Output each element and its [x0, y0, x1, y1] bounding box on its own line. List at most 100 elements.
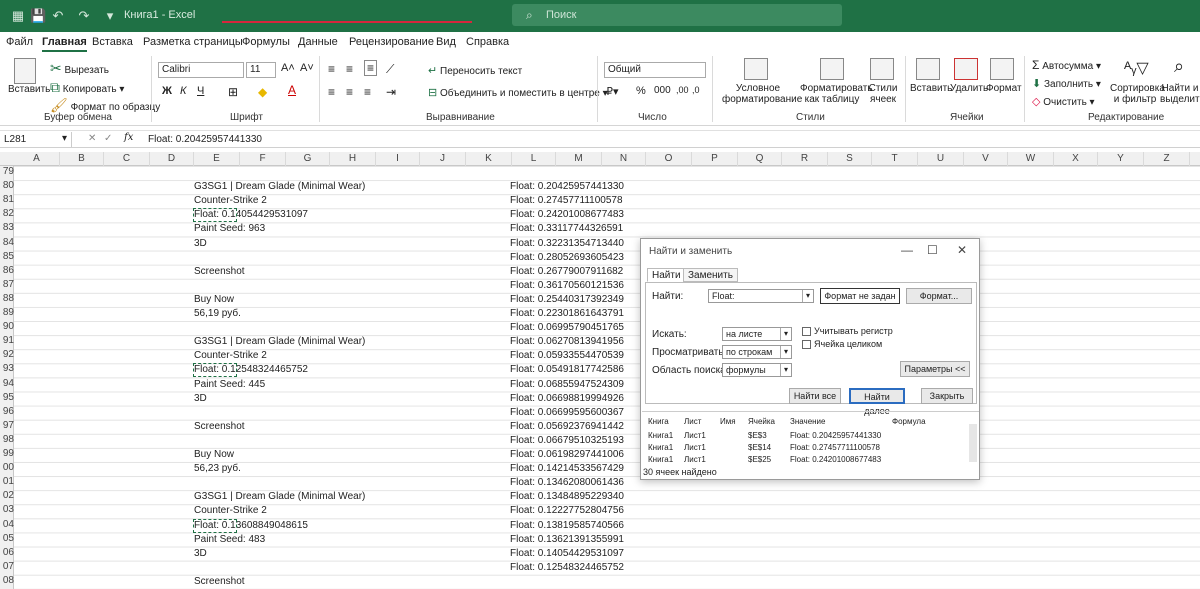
- cell-e[interactable]: 3D: [194, 548, 207, 559]
- column-header[interactable]: H: [330, 152, 376, 166]
- cell-styles-icon[interactable]: [870, 58, 894, 80]
- search-order-select[interactable]: по строкам ▾: [722, 345, 792, 359]
- within-select[interactable]: на листе ▾: [722, 327, 792, 341]
- row-header[interactable]: 94: [0, 378, 14, 389]
- result-cell[interactable]: $E$14: [748, 443, 771, 452]
- column-header[interactable]: D: [150, 152, 194, 166]
- decrease-decimal-icon[interactable]: ,0: [692, 85, 700, 95]
- minimize-icon[interactable]: —: [901, 243, 913, 257]
- conditional-format-icon[interactable]: [744, 58, 768, 80]
- find-select-button[interactable]: Найти и выделить: [1160, 83, 1200, 105]
- look-in-select[interactable]: формулы ▾: [722, 363, 792, 377]
- row-header[interactable]: 82: [0, 208, 14, 219]
- row-header[interactable]: 90: [0, 321, 14, 332]
- borders-icon[interactable]: ⊞: [228, 85, 238, 99]
- cell-e[interactable]: Paint Seed: 445: [194, 379, 265, 390]
- column-header[interactable]: O: [646, 152, 692, 166]
- results-header[interactable]: Ячейка: [748, 417, 775, 426]
- tab-view[interactable]: Вид: [436, 36, 456, 48]
- column-header[interactable]: F: [240, 152, 286, 166]
- delete-cells-button[interactable]: Удалить: [950, 83, 988, 94]
- maximize-icon[interactable]: ☐: [927, 243, 938, 257]
- cell-l[interactable]: Float: 0.13819585740566: [510, 520, 624, 531]
- row-header[interactable]: 87: [0, 279, 14, 290]
- results-header[interactable]: Формула: [892, 417, 926, 426]
- save-icon[interactable]: 💾: [30, 8, 46, 24]
- cell-e[interactable]: Buy Now: [194, 449, 234, 460]
- tab-data[interactable]: Данные: [298, 36, 338, 48]
- delete-cells-icon[interactable]: [954, 58, 978, 80]
- column-header[interactable]: K: [466, 152, 512, 166]
- result-cell[interactable]: $E$3: [748, 431, 767, 440]
- column-header[interactable]: S: [828, 152, 872, 166]
- cell-e[interactable]: 3D: [194, 393, 207, 404]
- cell-e[interactable]: Screenshot: [194, 576, 245, 587]
- results-scrollbar[interactable]: [969, 424, 977, 462]
- tab-formulas[interactable]: Формулы: [242, 36, 290, 48]
- column-header[interactable]: P: [692, 152, 738, 166]
- cell-e[interactable]: Counter-Strike 2: [194, 195, 267, 206]
- row-header[interactable]: 83: [0, 222, 14, 233]
- row-header[interactable]: 81: [0, 194, 14, 205]
- font-name-select[interactable]: Calibri: [158, 62, 244, 78]
- align-right-icon[interactable]: ≡: [364, 85, 371, 99]
- conditional-format-button[interactable]: Условное форматирование: [722, 83, 802, 105]
- cell-l[interactable]: Float: 0.12548324465752: [510, 562, 624, 573]
- fill-button[interactable]: ⬇ Заполнить ▾: [1032, 77, 1101, 90]
- column-header[interactable]: C: [104, 152, 150, 166]
- column-header[interactable]: E: [194, 152, 240, 166]
- customize-qa-icon[interactable]: ▾: [102, 8, 118, 24]
- column-header[interactable]: L: [512, 152, 556, 166]
- row-header[interactable]: 97: [0, 420, 14, 431]
- percent-icon[interactable]: %: [636, 85, 646, 97]
- cell-l[interactable]: Float: 0.06679510325193: [510, 435, 624, 446]
- tab-page-layout[interactable]: Разметка страницы: [143, 36, 243, 48]
- cell-e[interactable]: Counter-Strike 2: [194, 505, 267, 516]
- cell-l[interactable]: Float: 0.27457711100578: [510, 195, 623, 206]
- currency-icon[interactable]: ₽▾: [606, 85, 619, 98]
- result-cell[interactable]: Лист1: [684, 443, 706, 452]
- results-list[interactable]: Книга Лист Имя Ячейка Значение Формула Книга1 Л…: [642, 411, 979, 465]
- cell-l[interactable]: Float: 0.14214533567429: [510, 463, 624, 474]
- column-header[interactable]: J: [420, 152, 466, 166]
- cell-l[interactable]: Float: 0.06855947524309: [510, 379, 624, 390]
- fill-color-icon[interactable]: ◆: [258, 85, 267, 99]
- tab-find[interactable]: Найти: [647, 268, 686, 282]
- row-header[interactable]: 08: [0, 575, 14, 586]
- result-cell[interactable]: Лист1: [684, 431, 706, 440]
- cell-e[interactable]: Paint Seed: 963: [194, 223, 265, 234]
- align-middle-icon[interactable]: ≡: [346, 62, 353, 76]
- cell-e[interactable]: G3SG1 | Dream Glade (Minimal Wear): [194, 491, 365, 502]
- increase-decimal-icon[interactable]: ,00: [676, 85, 689, 95]
- sort-filter-button[interactable]: Сортировка и фильтр: [1110, 83, 1165, 105]
- cell-l[interactable]: Float: 0.05933554470539: [510, 350, 624, 361]
- results-header[interactable]: Значение: [790, 417, 825, 426]
- formula-input[interactable]: Float: 0.20425957441330: [148, 132, 262, 147]
- cell-l[interactable]: Float: 0.05491817742586: [510, 364, 624, 375]
- cell-l[interactable]: Float: 0.13462080061436: [510, 477, 624, 488]
- row-header[interactable]: 01: [0, 476, 14, 487]
- cell-e[interactable]: 56,19 руб.: [194, 308, 241, 319]
- column-header[interactable]: Z: [1144, 152, 1190, 166]
- cell-l[interactable]: Float: 0.06270813941956: [510, 336, 624, 347]
- column-header[interactable]: N: [602, 152, 646, 166]
- find-next-button[interactable]: Найти далее: [849, 388, 905, 416]
- cell-e[interactable]: 3D: [194, 238, 207, 249]
- insert-cells-icon[interactable]: [916, 58, 940, 80]
- row-header[interactable]: 06: [0, 547, 14, 558]
- row-header[interactable]: 88: [0, 293, 14, 304]
- row-header[interactable]: 07: [0, 561, 14, 572]
- cell-l[interactable]: Float: 0.05692376941442: [510, 421, 624, 432]
- autosum-button[interactable]: Σ Автосумма ▾: [1032, 58, 1101, 72]
- column-header[interactable]: G: [286, 152, 330, 166]
- shrink-font-icon[interactable]: A˅: [300, 62, 314, 74]
- column-header[interactable]: B: [60, 152, 104, 166]
- column-header[interactable]: X: [1054, 152, 1098, 166]
- column-header[interactable]: M: [556, 152, 602, 166]
- cell-e[interactable]: Screenshot: [194, 421, 245, 432]
- close-button[interactable]: Закрыть: [921, 388, 973, 404]
- row-header[interactable]: 98: [0, 434, 14, 445]
- align-bottom-icon[interactable]: ≡: [364, 60, 378, 76]
- results-header[interactable]: Лист: [684, 417, 701, 426]
- format-as-table-button[interactable]: Форматировать как таблицу: [800, 83, 873, 105]
